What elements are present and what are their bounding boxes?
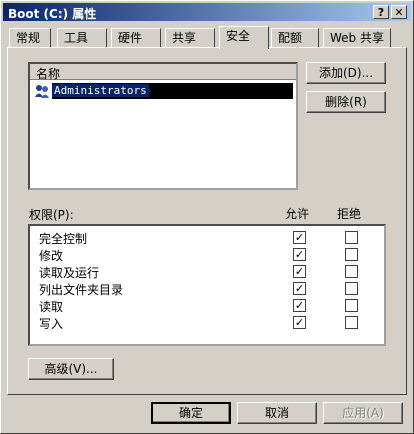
help-button[interactable]: ? xyxy=(373,5,389,19)
cancel-button-label: 取消 xyxy=(264,406,289,420)
allow-checkbox[interactable]: ✓ xyxy=(293,265,306,278)
apply-button[interactable]: 应用(A) xyxy=(323,402,403,424)
permission-row: 修改 ✓ xyxy=(30,246,384,263)
deny-header: 拒绝 xyxy=(337,207,362,221)
permission-row: 完全控制 ✓ xyxy=(30,229,384,246)
user-name: Administrators xyxy=(52,84,149,97)
ok-button-label: 确定 xyxy=(178,406,203,420)
apply-button-label: 应用(A) xyxy=(342,406,384,420)
tab-security[interactable]: 安全 xyxy=(219,26,269,49)
deny-checkbox[interactable] xyxy=(345,299,358,312)
tab-tools[interactable]: 工具 xyxy=(57,28,107,47)
permission-name: 完全控制 xyxy=(39,232,88,246)
add-button[interactable]: 添加(D)... xyxy=(306,62,386,84)
permissions-list: 完全控制 ✓ 修改 ✓ 读取及运行 ✓ 列出文件夹目录 ✓ 读取 ✓ 写入 ✓ xyxy=(28,224,386,346)
deny-checkbox[interactable] xyxy=(345,231,358,244)
add-button-label: 添加(D)... xyxy=(318,66,374,80)
close-button[interactable]: ✕ xyxy=(391,5,407,19)
allow-checkbox[interactable]: ✓ xyxy=(293,248,306,261)
remove-button-label: 删除(R) xyxy=(325,95,367,109)
window-title: Boot (C:) 属性 xyxy=(8,7,97,21)
tab-strip: 常规 工具 硬件 共享 安全 配额 Web 共享 xyxy=(9,26,407,49)
selected-user: Administrators xyxy=(52,83,293,99)
tab-web-sharing[interactable]: Web 共享 xyxy=(323,28,391,47)
user-group-icon xyxy=(35,85,49,98)
tab-hardware[interactable]: 硬件 xyxy=(111,28,161,47)
allow-checkbox[interactable]: ✓ xyxy=(293,299,306,312)
permission-name: 列出文件夹目录 xyxy=(39,283,124,297)
permission-row: 读取 ✓ xyxy=(30,297,384,314)
allow-checkbox[interactable]: ✓ xyxy=(293,282,306,295)
permission-row: 写入 ✓ xyxy=(30,314,384,331)
properties-dialog: Boot (C:) 属性 ? ✕ 常规 工具 硬件 共享 安全 配额 Web 共… xyxy=(0,0,414,434)
allow-checkbox[interactable]: ✓ xyxy=(293,316,306,329)
list-item[interactable]: Administrators xyxy=(32,83,294,99)
tab-quota[interactable]: 配额 xyxy=(271,28,319,47)
deny-checkbox[interactable] xyxy=(345,248,358,261)
permission-row: 读取及运行 ✓ xyxy=(30,263,384,280)
ok-button[interactable]: 确定 xyxy=(151,402,231,424)
permission-name: 读取及运行 xyxy=(39,266,100,280)
user-list[interactable]: 名称 Administrators xyxy=(28,62,298,190)
tab-sharing[interactable]: 共享 xyxy=(165,28,215,47)
allow-header: 允许 xyxy=(285,207,310,221)
allow-checkbox[interactable]: ✓ xyxy=(293,231,306,244)
title-bar: Boot (C:) 属性 ? ✕ xyxy=(3,3,411,21)
permission-name: 写入 xyxy=(39,317,64,331)
user-list-header[interactable]: 名称 xyxy=(30,64,296,81)
permission-row: 列出文件夹目录 ✓ xyxy=(30,280,384,297)
advanced-button[interactable]: 高级(V)... xyxy=(28,358,114,380)
deny-checkbox[interactable] xyxy=(345,282,358,295)
remove-button[interactable]: 删除(R) xyxy=(306,91,386,113)
permissions-label: 权限(P): xyxy=(29,208,74,222)
permission-name: 读取 xyxy=(39,300,64,314)
deny-checkbox[interactable] xyxy=(345,316,358,329)
deny-checkbox[interactable] xyxy=(345,265,358,278)
advanced-button-label: 高级(V)... xyxy=(44,362,98,376)
permission-name: 修改 xyxy=(39,249,64,263)
cancel-button[interactable]: 取消 xyxy=(237,402,317,424)
tab-general[interactable]: 常规 xyxy=(9,28,51,47)
name-column-header: 名称 xyxy=(36,67,61,81)
